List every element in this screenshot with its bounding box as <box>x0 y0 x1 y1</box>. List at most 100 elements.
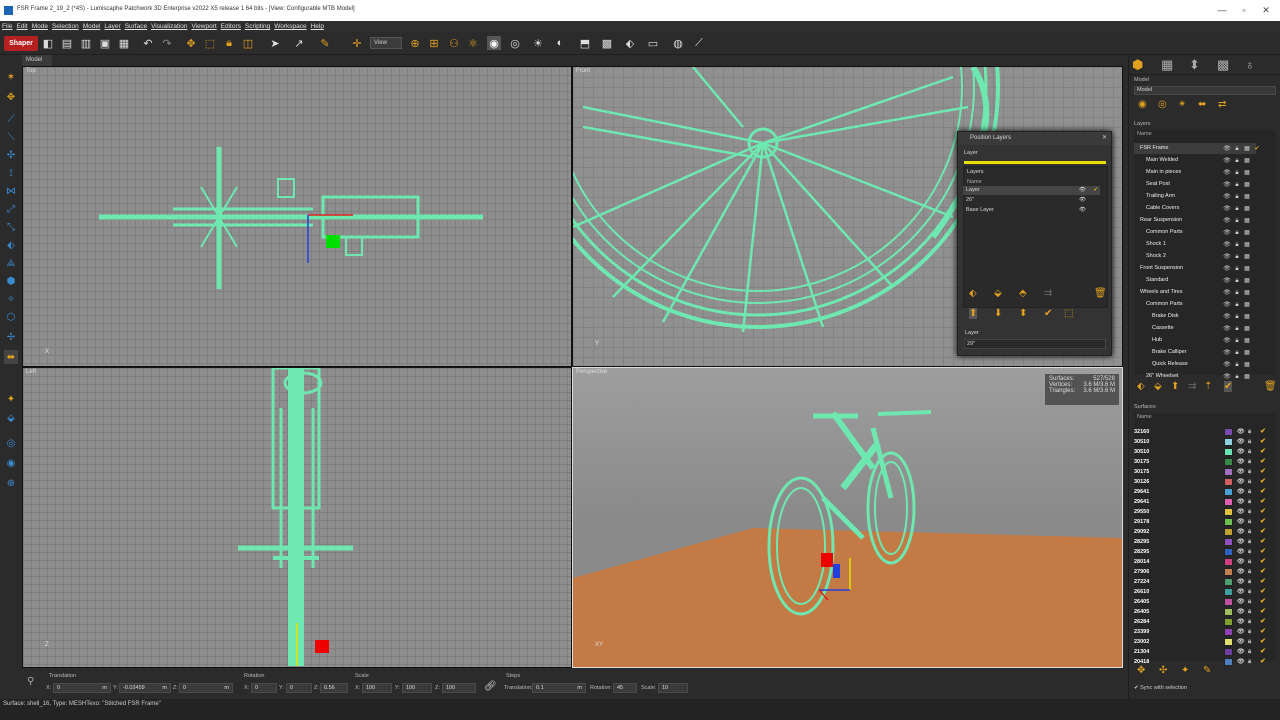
edge-tool-icon[interactable]: ⟋ <box>4 112 18 126</box>
grid-icon[interactable]: ▦ <box>1243 217 1251 225</box>
surface-color-swatch[interactable] <box>1224 548 1233 556</box>
eye-icon[interactable]: 👁︎ <box>1223 229 1231 237</box>
lock-icon[interactable]: 🔒︎ <box>1248 497 1251 507</box>
model-tab-icon[interactable]: ⬢ <box>1132 57 1148 73</box>
surface-row[interactable]: 30126 👁︎ 🔒︎ ✔ <box>1134 477 1276 487</box>
layer-row[interactable]: Common Parts 👁︎ 🔒︎ ▦ <box>1134 299 1256 310</box>
check-icon[interactable]: ✔ <box>1260 637 1266 647</box>
perspective-viewport[interactable]: Perspective XY Surfaces: 527/528 Vertice… <box>572 367 1123 668</box>
rotation-z-field[interactable]: 0.56 <box>320 683 348 693</box>
layers-move-icon[interactable]: ⇉ <box>1188 381 1196 392</box>
lock-icon[interactable]: 🔒︎ <box>1233 193 1241 201</box>
surface-row[interactable]: 29550 👁︎ 🔒︎ ✔ <box>1134 507 1276 517</box>
cylindric-tool-icon[interactable]: ⬢ <box>4 274 18 288</box>
eye-icon[interactable]: 👁︎ <box>1223 289 1231 297</box>
model-tool-4-icon[interactable]: ⬌ <box>1198 99 1206 110</box>
grid-icon[interactable]: ▦ <box>1243 277 1251 285</box>
surface-color-swatch[interactable] <box>1224 428 1233 436</box>
scale-x-field[interactable]: 100 <box>362 683 392 693</box>
check-icon[interactable]: ✔ <box>1260 427 1266 437</box>
eye-icon[interactable]: 👁︎ <box>1223 313 1231 321</box>
eye-icon[interactable]: 👁︎ <box>1237 637 1245 647</box>
layers-down-icon[interactable]: ⬇ <box>994 308 1002 319</box>
surface-row[interactable]: 29641 👁︎ 🔒︎ ✔ <box>1134 487 1276 497</box>
surface-color-swatch[interactable] <box>1224 578 1233 586</box>
add-position-icon[interactable]: ⬖ <box>969 288 977 299</box>
eye-icon[interactable]: 👁︎ <box>1223 193 1231 201</box>
lock-icon[interactable]: 🔒︎ <box>1233 241 1241 249</box>
top-viewport[interactable]: Top X <box>22 66 572 367</box>
surface-color-swatch[interactable] <box>1224 458 1233 466</box>
layer-row[interactable]: Brake Disk 👁︎ 🔒︎ ▦ <box>1134 311 1256 322</box>
pl-row-26[interactable]: 26" 👁︎ <box>963 196 1100 205</box>
transform-tool-icon[interactable]: ✥ <box>4 90 18 104</box>
check-icon[interactable] <box>1253 169 1261 177</box>
eye-icon[interactable]: 👁︎ <box>1237 557 1245 567</box>
check-icon[interactable] <box>1253 217 1261 225</box>
add-layer-icon[interactable]: ⬙ <box>994 288 1002 299</box>
eye-icon[interactable]: 👁︎ <box>1237 567 1245 577</box>
eye-icon[interactable]: 👁︎ <box>1237 457 1245 467</box>
pointer-icon[interactable]: ➤ <box>268 36 282 50</box>
surface-color-swatch[interactable] <box>1224 618 1233 626</box>
eye-icon[interactable]: 👁︎ <box>1079 206 1086 215</box>
project-tool-icon[interactable]: ⤢ <box>4 202 18 216</box>
check-icon[interactable]: ✔ <box>1260 627 1266 637</box>
link-scale-icon[interactable]: 🔗︎ <box>484 681 497 692</box>
eye-icon[interactable]: 👁︎ <box>1079 186 1086 195</box>
surface-row[interactable]: 26284 👁︎ 🔒︎ ✔ <box>1134 617 1276 627</box>
surface-row[interactable]: 30510 👁︎ 🔒︎ ✔ <box>1134 447 1276 457</box>
eye-icon[interactable]: 👁︎ <box>1237 527 1245 537</box>
menu-selection[interactable]: Selection <box>50 21 81 32</box>
surface-row[interactable]: 30510 👁︎ 🔒︎ ✔ <box>1134 437 1276 447</box>
surface-color-swatch[interactable] <box>1224 518 1233 526</box>
surface-color-swatch[interactable] <box>1224 498 1233 506</box>
spheric-tool-icon[interactable]: ✧ <box>4 292 18 306</box>
layer-row[interactable]: Rear Suspension 👁︎ 🔒︎ ▦ <box>1134 215 1256 226</box>
layer-row[interactable]: Front Suspension 👁︎ 🔒︎ ▦ <box>1134 263 1256 274</box>
symmetry-tool-icon[interactable]: ✢ <box>4 330 18 344</box>
surface-color-swatch[interactable] <box>1224 638 1233 646</box>
eye-icon[interactable]: 👁︎ <box>1223 277 1231 285</box>
check-icon[interactable]: ✔ <box>1260 477 1266 487</box>
eye-icon[interactable]: 👁︎ <box>1223 217 1231 225</box>
surface-row[interactable]: 29178 👁︎ 🔒︎ ✔ <box>1134 517 1276 527</box>
step-scale-field[interactable]: 10 <box>658 683 688 693</box>
step-translation-field[interactable]: 0.1 m <box>532 683 586 693</box>
menu-mode[interactable]: Mode <box>30 21 50 32</box>
layers-delete-icon[interactable]: 🗑︎ <box>1264 381 1277 392</box>
grid-icon[interactable]: ▦ <box>1243 361 1251 369</box>
model-tool-1-icon[interactable]: ◉ <box>1138 99 1147 110</box>
lock-icon[interactable]: 🔒︎ <box>1248 467 1251 477</box>
shaper-tool-icon[interactable]: ✶ <box>4 70 18 84</box>
check-icon[interactable]: ✔ <box>1260 437 1266 447</box>
check-icon[interactable] <box>1253 313 1261 321</box>
check-icon[interactable]: ✔ <box>1260 647 1266 657</box>
surface-pivot-icon[interactable]: ✦ <box>1181 665 1189 676</box>
eye-icon[interactable]: 👁︎ <box>1237 547 1245 557</box>
pl-row-base[interactable]: Base Layer 👁︎ <box>963 206 1100 215</box>
delete-icon[interactable]: 🗑︎ <box>1094 288 1107 299</box>
menu-editors[interactable]: Editors <box>219 21 243 32</box>
lock-icon[interactable]: 🔒︎ <box>1248 557 1251 567</box>
eye-icon[interactable]: 👁︎ <box>1223 205 1231 213</box>
lock-icon[interactable]: 🔒︎ <box>1248 607 1251 617</box>
layers-options-icon[interactable]: ⬚ <box>1064 308 1073 319</box>
arrow-tool-icon[interactable]: ↗ <box>292 36 306 50</box>
eye-icon[interactable]: 👁︎ <box>1237 477 1245 487</box>
menu-file[interactable]: File <box>0 21 14 32</box>
eye-icon[interactable]: 👁︎ <box>1237 507 1245 517</box>
layer-row[interactable]: Brake Calliper 👁︎ 🔒︎ ▦ <box>1134 347 1256 358</box>
lock-icon[interactable]: 🔒︎ <box>1233 277 1241 285</box>
surface-color-swatch[interactable] <box>1224 588 1233 596</box>
sync-checkbox-icon[interactable]: ✔ <box>1134 685 1139 691</box>
grid-icon[interactable]: ▦ <box>1243 193 1251 201</box>
align-tool-icon[interactable]: ⬙ <box>4 411 18 425</box>
grid-icon[interactable]: ▦ <box>1243 253 1251 261</box>
sequence-icon[interactable]: ▭ <box>646 36 660 50</box>
eye-icon[interactable]: 👁︎ <box>1223 265 1231 273</box>
surface-row[interactable]: 32160 👁︎ 🔒︎ ✔ <box>1134 427 1276 437</box>
layers-check-icon[interactable]: ✔ <box>1044 308 1052 319</box>
eye-icon[interactable]: 👁︎ <box>1237 647 1245 657</box>
layer-row[interactable]: Shock 1 👁︎ 🔒︎ ▦ <box>1134 239 1256 250</box>
